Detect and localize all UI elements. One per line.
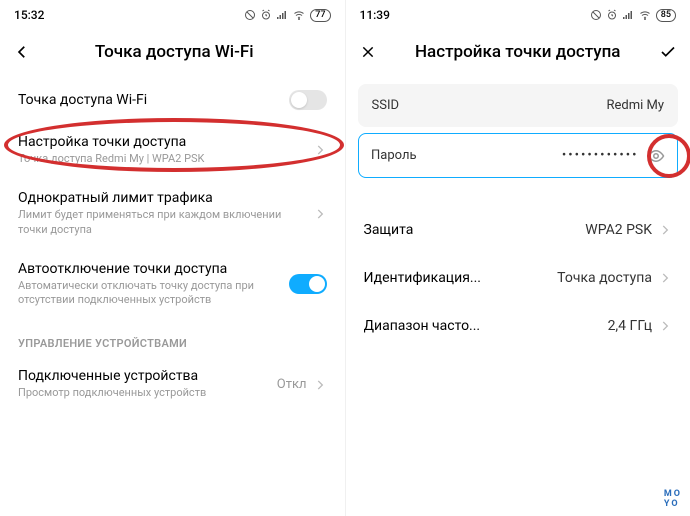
back-button[interactable] xyxy=(10,40,34,64)
devices-section-header: УПРАВЛЕНИЕ УСТРОЙСТВАМИ xyxy=(0,319,345,356)
signal-icon xyxy=(276,9,288,21)
hotspot-toggle[interactable] xyxy=(289,90,327,110)
password-value: •••••••••••• xyxy=(435,148,639,163)
page-title: Точка доступа Wi-Fi xyxy=(34,42,335,62)
security-row[interactable]: Защита WPA2 PSK xyxy=(346,206,690,254)
setup-sub: Точка доступа Redmi My | WPA2 PSK xyxy=(18,152,313,166)
dnd-icon xyxy=(244,9,256,21)
eye-icon xyxy=(647,147,665,165)
reveal-password-button[interactable] xyxy=(647,147,665,165)
identification-row[interactable]: Идентификация... Точка доступа xyxy=(346,254,690,302)
brand-watermark: MO YO xyxy=(664,490,682,510)
connected-sub: Просмотр подключенных устройств xyxy=(18,386,277,400)
chevron-right-icon xyxy=(658,223,672,237)
connected-title: Подключенные устройства xyxy=(18,368,277,384)
header: Настройка точки доступа xyxy=(346,30,690,78)
chevron-right-icon xyxy=(313,378,327,392)
status-icons: 85 xyxy=(590,9,676,22)
content-left: Точка доступа Wi-Fi Настройка точки дост… xyxy=(0,78,345,516)
wifi-icon xyxy=(638,9,652,21)
password-label: Пароль xyxy=(371,148,427,163)
header: Точка доступа Wi-Fi xyxy=(0,30,345,78)
confirm-button[interactable] xyxy=(656,40,680,64)
back-icon xyxy=(13,43,31,61)
screen-right-hotspot-setup: 11:39 85 Настройка точки доступа SSID Re… xyxy=(346,0,690,516)
setup-hotspot-row[interactable]: Настройка точки доступа Точка доступа Re… xyxy=(0,122,345,178)
signal-icon xyxy=(622,9,634,21)
status-icons: 77 xyxy=(244,9,330,22)
chevron-right-icon xyxy=(658,319,672,333)
status-bar: 11:39 85 xyxy=(346,0,690,30)
status-bar: 15:32 77 xyxy=(0,0,345,30)
connected-devices-row[interactable]: Подключенные устройства Просмотр подключ… xyxy=(0,356,345,412)
hotspot-title: Точка доступа Wi-Fi xyxy=(18,92,289,108)
ssid-value: Redmi My xyxy=(436,98,665,113)
chevron-right-icon xyxy=(313,207,327,221)
chevron-right-icon xyxy=(313,143,327,157)
ssid-field[interactable]: SSID Redmi My xyxy=(358,84,679,127)
connected-value: Откл xyxy=(277,377,307,392)
battery-indicator: 85 xyxy=(656,9,676,22)
screen-left-hotspot-settings: 15:32 77 Точка доступа Wi-Fi Точка досту… xyxy=(0,0,346,516)
battery-indicator: 77 xyxy=(310,9,330,22)
limit-sub: Лимит будет применяться при каждом включ… xyxy=(18,208,313,237)
autooff-sub: Автоматически отключать точку доступа пр… xyxy=(18,279,289,308)
hotspot-toggle-row[interactable]: Точка доступа Wi-Fi xyxy=(0,78,345,122)
alarm-icon xyxy=(606,9,618,21)
page-title: Настройка точки доступа xyxy=(380,42,657,62)
close-button[interactable] xyxy=(356,40,380,64)
content-right: SSID Redmi My Пароль •••••••••••• Защита… xyxy=(346,78,690,516)
dnd-icon xyxy=(590,9,602,21)
status-time: 15:32 xyxy=(14,8,44,22)
auto-off-row[interactable]: Автоотключение точки доступа Автоматичес… xyxy=(0,249,345,320)
alarm-icon xyxy=(260,9,272,21)
check-icon xyxy=(659,43,677,61)
ssid-label: SSID xyxy=(372,98,428,113)
band-value: 2,4 ГГц xyxy=(608,318,652,334)
autooff-title: Автоотключение точки доступа xyxy=(18,261,289,277)
chevron-right-icon xyxy=(658,271,672,285)
status-time: 11:39 xyxy=(360,8,390,22)
autooff-toggle[interactable] xyxy=(289,274,327,294)
setup-title: Настройка точки доступа xyxy=(18,134,313,150)
ident-label: Идентификация... xyxy=(364,270,481,286)
close-icon xyxy=(360,44,376,60)
password-field[interactable]: Пароль •••••••••••• xyxy=(358,133,679,178)
ident-value: Точка доступа xyxy=(557,270,652,286)
security-label: Защита xyxy=(364,222,414,238)
limit-title: Однократный лимит трафика xyxy=(18,190,313,206)
band-label: Диапазон часто... xyxy=(364,318,481,334)
security-value: WPA2 PSK xyxy=(585,222,652,238)
wifi-icon xyxy=(292,9,306,21)
traffic-limit-row[interactable]: Однократный лимит трафика Лимит будет пр… xyxy=(0,178,345,249)
band-row[interactable]: Диапазон часто... 2,4 ГГц xyxy=(346,302,690,350)
